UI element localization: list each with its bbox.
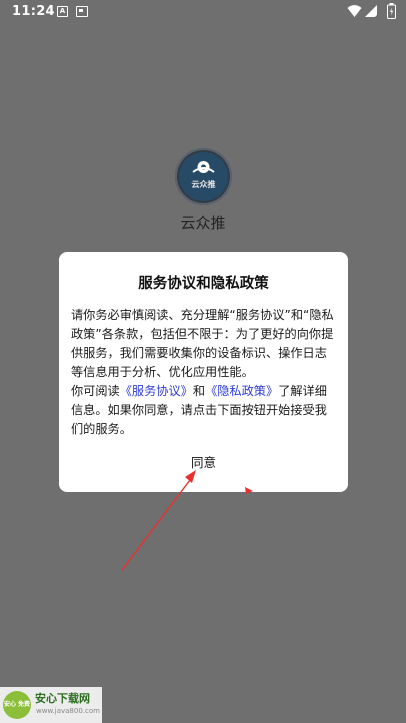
watermark-logo-icon: 安心 免费 (3, 691, 31, 719)
watermark-title: 安心下载网 (35, 692, 90, 705)
watermark: 安心 免费 安心下载网 www.java800.com (0, 687, 102, 723)
watermark-site: www.java800.com (36, 707, 100, 715)
annotation-arrow (121, 470, 253, 571)
